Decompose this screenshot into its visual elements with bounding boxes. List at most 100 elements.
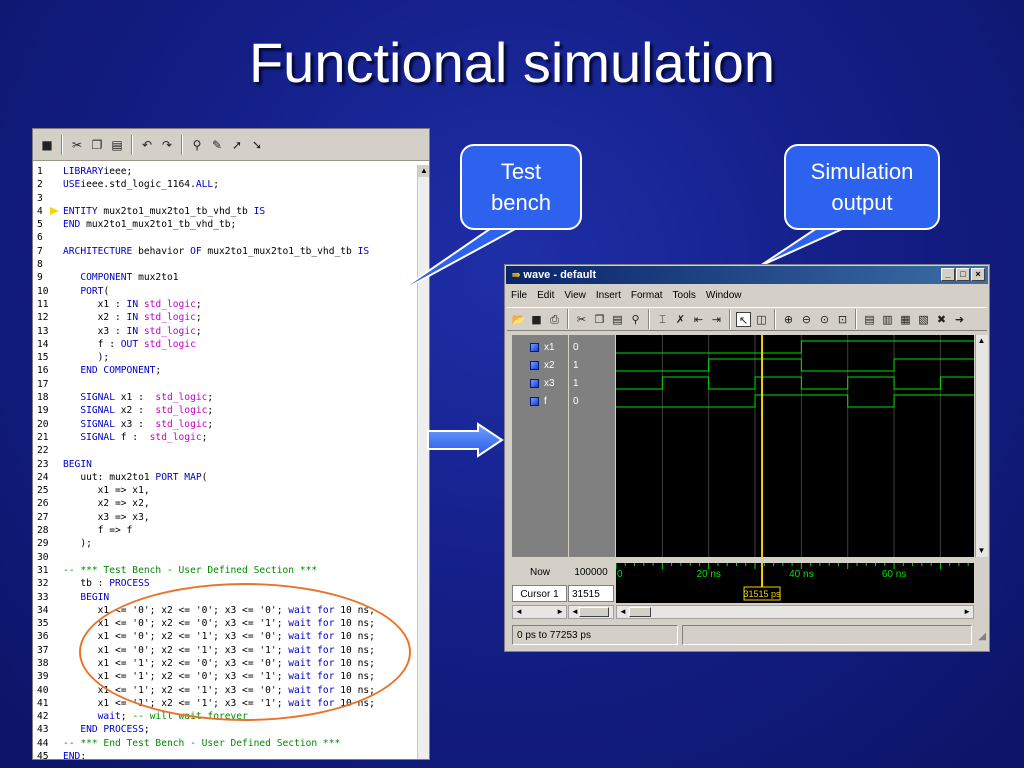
menu-format[interactable]: Format: [631, 287, 663, 305]
code-line[interactable]: 5 END mux2to1_mux2to1_tb_vhd_tb;: [33, 218, 413, 231]
scroll-right-icon[interactable]: ►: [556, 606, 564, 618]
editor-scrollbar[interactable]: ▲: [417, 165, 429, 759]
menu-tools[interactable]: Tools: [673, 287, 696, 305]
scroll-right-icon[interactable]: ►: [963, 606, 971, 618]
code-line[interactable]: 13 x3 : IN std_logic;: [33, 325, 413, 338]
cut-icon[interactable]: ✂: [574, 312, 589, 327]
zoom-cursor-icon[interactable]: ⊡: [835, 312, 850, 327]
waveform-canvas[interactable]: [616, 335, 974, 557]
scroll-up-icon[interactable]: ▲: [976, 335, 987, 347]
code-line[interactable]: 15 );: [33, 351, 413, 364]
scroll-left-icon[interactable]: ◄: [619, 606, 627, 618]
code-line[interactable]: 20 SIGNAL x3 : std_logic;: [33, 418, 413, 431]
resize-grip-icon[interactable]: ◢: [978, 631, 986, 642]
scroll-down-icon[interactable]: ▼: [976, 545, 987, 557]
signal-names-pane[interactable]: x1 x2 x3 f: [512, 335, 568, 557]
code-line[interactable]: 9 COMPONENT mux2to1: [33, 271, 413, 284]
print-icon[interactable]: ⎙: [547, 312, 562, 327]
names-hscroll[interactable]: ◄ ►: [512, 605, 567, 619]
code-line[interactable]: 18 SIGNAL x1 : std_logic;: [33, 391, 413, 404]
cursor-value[interactable]: 31515 ps: [568, 585, 614, 617]
mark-icon[interactable]: ✎: [209, 137, 225, 153]
copy-icon[interactable]: ❐: [592, 312, 607, 327]
close-button[interactable]: ×: [971, 268, 985, 281]
code-line[interactable]: 45 END;: [33, 750, 413, 759]
code-line[interactable]: 24 uut: mux2to1 PORT MAP(: [33, 471, 413, 484]
cut-icon[interactable]: ✂: [69, 137, 85, 153]
copy-icon[interactable]: ❐: [89, 137, 105, 153]
code-line[interactable]: 10 PORT(: [33, 285, 413, 298]
code-line[interactable]: 22: [33, 444, 413, 457]
save-icon[interactable]: ■: [529, 312, 544, 327]
values-hscroll[interactable]: ◄: [568, 605, 614, 619]
code-line[interactable]: 6: [33, 231, 413, 244]
insert-cursor-icon[interactable]: ⌶: [655, 312, 670, 327]
cursor-name[interactable]: Cursor 1: [512, 585, 567, 602]
next-mark-icon[interactable]: ➚: [229, 137, 245, 153]
maximize-button[interactable]: □: [956, 268, 970, 281]
prev-mark-icon[interactable]: ➘: [249, 137, 265, 153]
code-line[interactable]: 1 LIBRARYieee;: [33, 165, 413, 178]
wave-vertical-scrollbar[interactable]: ▲ ▼: [975, 335, 988, 557]
zoom-out-icon[interactable]: ⊖: [799, 312, 814, 327]
minimize-button[interactable]: _: [941, 268, 955, 281]
next-edge-icon[interactable]: ⇥: [709, 312, 724, 327]
zoom-full-icon[interactable]: ⊙: [817, 312, 832, 327]
redo-icon[interactable]: ↷: [159, 137, 175, 153]
code-line[interactable]: 26 x2 => x2,: [33, 497, 413, 510]
signal-value-row[interactable]: 1: [569, 375, 615, 393]
code-line[interactable]: 14 f : OUT std_logic: [33, 338, 413, 351]
code-line[interactable]: 11 x1 : IN std_logic;: [33, 298, 413, 311]
scroll-left-icon[interactable]: ◄: [515, 606, 523, 618]
signal-values-pane[interactable]: 0 1 1 0: [569, 335, 615, 557]
wave-title-bar[interactable]: ⇛ wave - default _ □ ×: [506, 266, 988, 284]
menu-insert[interactable]: Insert: [596, 287, 621, 305]
signal-row[interactable]: x3: [512, 375, 568, 393]
break-icon[interactable]: ▦: [898, 312, 913, 327]
code-line[interactable]: 7 ARCHITECTURE behavior OF mux2to1_mux2to…: [33, 245, 413, 258]
menu-view[interactable]: View: [564, 287, 586, 305]
code-line[interactable]: 29 );: [33, 537, 413, 550]
zoom-mode-icon[interactable]: ◫: [754, 312, 769, 327]
menu-file[interactable]: File: [511, 287, 527, 305]
code-line[interactable]: 25 x1 => x1,: [33, 484, 413, 497]
code-line[interactable]: 16 END COMPONENT;: [33, 364, 413, 377]
code-line[interactable]: 4 ENTITY mux2to1_mux2to1_tb_vhd_tb IS: [33, 205, 413, 218]
wave-hscroll-thumb[interactable]: [629, 607, 651, 617]
find-icon[interactable]: ⚲: [189, 137, 205, 153]
menu-edit[interactable]: Edit: [537, 287, 554, 305]
run-icon[interactable]: ▤: [862, 312, 877, 327]
signal-row[interactable]: x2: [512, 357, 568, 375]
menu-window[interactable]: Window: [706, 287, 742, 305]
code-line[interactable]: 31 -- *** Test Bench - User Defined Secti…: [33, 564, 413, 577]
zoom-in-icon[interactable]: ⊕: [781, 312, 796, 327]
continue-icon[interactable]: ➜: [952, 312, 967, 327]
code-line[interactable]: 23 BEGIN: [33, 458, 413, 471]
code-line[interactable]: 8: [33, 258, 413, 271]
code-line[interactable]: 12 x2 : IN std_logic;: [33, 311, 413, 324]
code-line[interactable]: 43 END PROCESS;: [33, 723, 413, 736]
signal-row[interactable]: x1: [512, 339, 568, 357]
signal-value-row[interactable]: 1: [569, 357, 615, 375]
restart-icon[interactable]: ▧: [916, 312, 931, 327]
save-icon[interactable]: ■: [39, 137, 55, 153]
code-line[interactable]: 19 SIGNAL x2 : std_logic;: [33, 404, 413, 417]
code-line[interactable]: 3: [33, 192, 413, 205]
open-icon[interactable]: 📂: [511, 312, 526, 327]
delete-cursor-icon[interactable]: ✗: [673, 312, 688, 327]
values-hscroll-thumb[interactable]: [579, 607, 609, 617]
code-line[interactable]: 28 f => f: [33, 524, 413, 537]
signal-row[interactable]: f: [512, 393, 568, 411]
code-line[interactable]: 17: [33, 378, 413, 391]
code-line[interactable]: 30: [33, 551, 413, 564]
paste-icon[interactable]: ▤: [610, 312, 625, 327]
code-line[interactable]: 2 USEieee.std_logic_1164.ALL;: [33, 178, 413, 191]
scroll-left-icon[interactable]: ◄: [571, 606, 579, 618]
paste-icon[interactable]: ▤: [109, 137, 125, 153]
scroll-up-icon[interactable]: ▲: [418, 165, 429, 177]
select-mode-icon[interactable]: ↖: [736, 311, 751, 327]
code-line[interactable]: 21 SIGNAL f : std_logic;: [33, 431, 413, 444]
code-line[interactable]: 27 x3 => x3,: [33, 511, 413, 524]
stop-icon[interactable]: ✖: [934, 312, 949, 327]
wave-hscroll[interactable]: ◄ ►: [616, 605, 974, 619]
